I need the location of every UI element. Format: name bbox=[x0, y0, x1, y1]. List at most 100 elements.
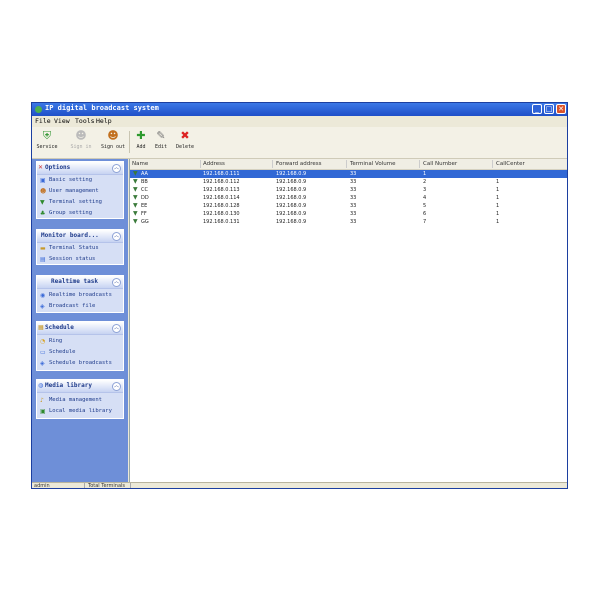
status-separator bbox=[130, 483, 131, 488]
table-row[interactable]: ▼ EE 192.168.0.128 192.168.0.9 33 5 1 bbox=[130, 202, 567, 210]
terminal-icon: ▼ bbox=[133, 210, 138, 217]
sidebar-item-broadcast-file[interactable]: ◈ Broadcast file bbox=[37, 301, 123, 312]
table-cell: 33 bbox=[350, 179, 357, 185]
schedule-icon: ▦ bbox=[38, 324, 44, 331]
table-row[interactable]: ▼ FF 192.168.0.130 192.168.0.9 33 6 1 bbox=[130, 210, 567, 218]
table-cell: 1 bbox=[496, 203, 500, 209]
maximize-button[interactable]: □ bbox=[544, 104, 554, 114]
table-cell: 7 bbox=[423, 219, 427, 225]
panel-options-header[interactable]: ✕ Options ︿ bbox=[37, 162, 123, 175]
sidebar-item-label: Media management bbox=[49, 397, 102, 403]
menu-bar: File View Tools Help bbox=[32, 116, 567, 127]
table-cell: 33 bbox=[350, 219, 357, 225]
menu-help[interactable]: Help bbox=[96, 117, 112, 125]
sidebar-item-label: Group setting bbox=[49, 210, 93, 216]
shield-icon: ⛨ bbox=[42, 129, 52, 142]
sidebar-item-label: Session status bbox=[49, 256, 96, 262]
app-icon bbox=[35, 106, 42, 113]
column-divider[interactable] bbox=[419, 160, 420, 168]
table-cell: 192.168.0.114 bbox=[203, 195, 240, 201]
sidebar-item-group-setting[interactable]: ♣ Group setting bbox=[37, 208, 123, 219]
table-cell: 192.168.0.9 bbox=[276, 171, 307, 177]
terminal-icon: ▼ bbox=[133, 202, 138, 209]
column-header-callcenter[interactable]: CallCenter bbox=[496, 161, 525, 167]
delete-label: Delete bbox=[175, 144, 195, 150]
chevron-up-icon[interactable]: ︿ bbox=[112, 232, 121, 241]
column-header-call-number[interactable]: Call Number bbox=[423, 161, 457, 167]
toolbar: ⛨ Service ☻ Sign in ☻ Sign out ✚ Add ✎ E… bbox=[32, 127, 567, 159]
sign-out-button[interactable]: ☻ Sign out bbox=[98, 129, 128, 156]
service-button[interactable]: ⛨ Service bbox=[32, 129, 62, 156]
close-button[interactable]: ✕ bbox=[556, 104, 566, 114]
table-cell: 33 bbox=[350, 203, 357, 209]
user-out-icon: ☻ bbox=[107, 129, 119, 142]
menu-tools[interactable]: Tools bbox=[75, 117, 95, 125]
title-bar[interactable]: IP digital broadcast system _ □ ✕ bbox=[32, 103, 567, 116]
chevron-up-icon[interactable]: ︿ bbox=[112, 164, 121, 173]
column-divider[interactable] bbox=[492, 160, 493, 168]
sidebar-item-label: Local media library bbox=[49, 408, 112, 414]
table-cell: 1 bbox=[423, 171, 427, 177]
sidebar-item-label: Ring bbox=[49, 338, 63, 344]
sign-in-label: Sign in bbox=[70, 144, 92, 150]
column-header-terminal-volume[interactable]: Terminal Volume bbox=[350, 161, 395, 167]
chevron-up-icon[interactable]: ︿ bbox=[112, 278, 121, 287]
broadcast-icon: ◉ bbox=[40, 292, 46, 299]
column-header-address[interactable]: Address bbox=[203, 161, 225, 167]
panel-realtime-header[interactable]: Realtime task ︿ bbox=[37, 276, 123, 289]
app-window: IP digital broadcast system _ □ ✕ File V… bbox=[31, 102, 568, 489]
panel-monitor-title: Monitor board... bbox=[41, 232, 99, 239]
column-header-name[interactable]: Name bbox=[132, 161, 148, 167]
settings-icon: ▣ bbox=[40, 177, 46, 184]
panel-schedule-header[interactable]: ▦ Schedule ︿ bbox=[37, 322, 123, 335]
table-header: Name Address Forward address Terminal Vo… bbox=[130, 159, 567, 170]
minimize-button[interactable]: _ bbox=[532, 104, 542, 114]
table-cell: CC bbox=[141, 187, 148, 193]
table-cell: 1 bbox=[496, 179, 500, 185]
table-cell: 192.168.0.9 bbox=[276, 203, 307, 209]
chevron-up-icon[interactable]: ︿ bbox=[112, 382, 121, 391]
column-header-forward-address[interactable]: Forward address bbox=[276, 161, 321, 167]
table-cell: 192.168.0.9 bbox=[276, 187, 307, 193]
table-row[interactable]: ▼ BB 192.168.0.112 192.168.0.9 33 2 1 bbox=[130, 178, 567, 186]
table-cell: GG bbox=[141, 219, 149, 225]
status-icon: ▬ bbox=[40, 245, 46, 252]
terminal-icon: ▼ bbox=[133, 194, 138, 201]
table-cell: 33 bbox=[350, 171, 357, 177]
panel-media-header[interactable]: ◍ Media library ︿ bbox=[37, 380, 123, 393]
sidebar-item-terminal-status[interactable]: ▬ Terminal Status bbox=[37, 243, 123, 254]
menu-view[interactable]: View bbox=[54, 117, 70, 125]
chevron-up-icon[interactable]: ︿ bbox=[112, 324, 121, 333]
sidebar-item-user-management[interactable]: ☻ User management bbox=[37, 186, 123, 197]
table-cell: DD bbox=[141, 195, 149, 201]
table-row[interactable]: ▼ GG 192.168.0.131 192.168.0.9 33 7 1 bbox=[130, 218, 567, 226]
sidebar-item-schedule-broadcasts[interactable]: ◈ Schedule broadcasts bbox=[37, 358, 123, 369]
table-cell: AA bbox=[141, 171, 148, 177]
table-row[interactable]: ▼ DD 192.168.0.114 192.168.0.9 33 4 1 bbox=[130, 194, 567, 202]
delete-icon: ✖ bbox=[180, 129, 190, 142]
terminal-icon: ▼ bbox=[133, 218, 138, 225]
sidebar-item-terminal-setting[interactable]: ▼ Terminal setting bbox=[37, 197, 123, 208]
table-cell: 192.168.0.112 bbox=[203, 179, 240, 185]
delete-button[interactable]: ✖ Delete bbox=[170, 129, 200, 156]
sidebar-item-basic-setting[interactable]: ▣ Basic setting bbox=[37, 175, 123, 186]
sidebar-item-ring[interactable]: ◔ Ring bbox=[37, 336, 123, 347]
table-row[interactable]: ▼ AA 192.168.0.111 192.168.0.9 33 1 bbox=[130, 170, 567, 178]
column-divider[interactable] bbox=[346, 160, 347, 168]
sign-in-button[interactable]: ☻ Sign in bbox=[66, 129, 96, 156]
menu-file[interactable]: File bbox=[35, 117, 51, 125]
sidebar-item-session-status[interactable]: ▤ Session status bbox=[37, 254, 123, 265]
sidebar-item-schedule[interactable]: ▭ Schedule bbox=[37, 347, 123, 358]
sidebar-item-media-management[interactable]: ♪ Media management bbox=[37, 395, 123, 406]
column-divider[interactable] bbox=[272, 160, 273, 168]
terminal-table: Name Address Forward address Terminal Vo… bbox=[129, 159, 567, 482]
panel-monitor-header[interactable]: Monitor board... ︿ bbox=[37, 230, 123, 243]
table-cell: 1 bbox=[496, 195, 500, 201]
panel-options-title: Options bbox=[45, 164, 71, 171]
sidebar-item-label: User management bbox=[49, 188, 99, 194]
table-cell: 1 bbox=[496, 211, 500, 217]
sidebar-item-realtime-broadcasts[interactable]: ◉ Realtime broadcasts bbox=[37, 290, 123, 301]
table-row[interactable]: ▼ CC 192.168.0.113 192.168.0.9 33 3 1 bbox=[130, 186, 567, 194]
sidebar-item-local-media-library[interactable]: ▣ Local media library bbox=[37, 406, 123, 417]
column-divider[interactable] bbox=[200, 160, 201, 168]
